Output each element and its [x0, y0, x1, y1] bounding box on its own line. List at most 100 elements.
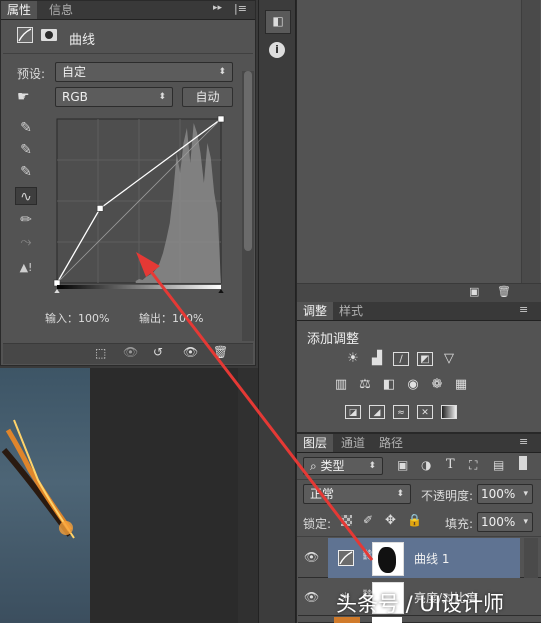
layer-mask-thumbnail [372, 542, 404, 576]
opacity-input[interactable]: 100% ▾ [477, 484, 533, 504]
hue-saturation-icon[interactable]: ▥ [333, 378, 349, 392]
tab-adjustments[interactable]: 调整 [297, 302, 334, 320]
adjustment-layer-filter-icon[interactable]: ◑ [421, 458, 431, 472]
opacity-label: 不透明度: [421, 489, 474, 503]
threshold-icon[interactable]: ≈ [393, 405, 409, 419]
output-readout: 输出：100% [139, 312, 204, 325]
clipping-warning-icon[interactable]: ▲! [15, 259, 37, 277]
posterize-icon[interactable]: ◢ [369, 405, 385, 419]
channel-mixer-icon[interactable]: ❁ [429, 378, 445, 392]
tab-paths[interactable]: 路径 [373, 434, 409, 452]
panel-menu-icon[interactable]: ≡ [519, 435, 528, 448]
mask-icon[interactable] [41, 29, 57, 41]
tab-channels[interactable]: 通道 [335, 434, 371, 452]
layer-name[interactable]: 曲线 1 [414, 550, 449, 567]
curve-control-point [96, 205, 104, 212]
adjustments-panel: 调整 样式 ≡ 添加调整 ☀ ▟ ∕ ◩ ▽ ▥ ⚖ ◧ ◉ ❁ ▦ ◪ ◢ ≈… [297, 302, 541, 432]
canvas-scrollbar[interactable] [238, 368, 258, 623]
preset-value: 自定 [62, 65, 87, 79]
smooth-curve-icon[interactable]: ⤳ [15, 233, 37, 251]
filter-toggle-icon[interactable] [519, 456, 527, 470]
panel-menu-icon[interactable]: |≡ [234, 2, 247, 15]
lock-all-icon[interactable]: 🔒 [407, 513, 422, 527]
toggle-visibility-icon[interactable]: 👁 [183, 345, 198, 359]
panel-footer-bar: ▣ 🗑 [297, 283, 541, 302]
chevron-updown-icon: ⬍ [158, 92, 166, 102]
divider [297, 479, 541, 480]
smart-object-filter-icon[interactable]: ▤ [493, 458, 504, 472]
invert-icon[interactable]: ◪ [345, 405, 361, 419]
shape-layer-filter-icon[interactable]: ⛶ [469, 458, 477, 473]
properties-footer: ⬚ 👁 ↺ 👁 🗑 [3, 343, 253, 364]
lock-image-pixels-icon[interactable]: ✐ [363, 513, 373, 527]
tab-info[interactable]: 信息 [43, 1, 79, 19]
selective-color-icon[interactable]: ✕ [417, 405, 433, 419]
fill-input[interactable]: 100% ▾ [477, 512, 533, 532]
icon-dock: ◧ i [258, 0, 296, 623]
color-lookup-icon[interactable]: ▦ [453, 378, 469, 392]
layer-row-curves[interactable]: 👁 ⛓ 曲线 1 [298, 538, 541, 623]
exposure-icon[interactable]: ◩ [417, 352, 433, 366]
black-point-eyedropper-icon[interactable]: ✎ [15, 119, 37, 137]
auto-button[interactable]: 自动 [182, 87, 233, 107]
photo-filter-icon[interactable]: ◉ [405, 378, 421, 392]
lock-label: 锁定: [303, 517, 332, 531]
black-white-icon[interactable]: ◧ [381, 378, 397, 392]
layer-filter-dropdown[interactable]: ⌕ 类型 ⬍ [303, 457, 383, 475]
properties-header-title: 曲线 [69, 33, 96, 48]
chevron-down-icon: ▾ [523, 517, 528, 527]
tab-layers[interactable]: 图层 [297, 434, 334, 452]
channel-dropdown[interactable]: RGB ⬍ [55, 87, 173, 107]
properties-scrollbar[interactable] [242, 71, 254, 341]
target-adjust-hand-icon[interactable]: ☛ [17, 89, 30, 105]
collapse-panel-icon[interactable]: ▸▸ [213, 3, 222, 13]
input-readout: 输入：100% [45, 312, 110, 325]
tab-properties[interactable]: 属性 [1, 1, 38, 19]
pencil-draw-icon[interactable]: ✏ [15, 211, 37, 229]
vibrance-icon[interactable]: ▽ [441, 352, 457, 366]
clip-to-layer-icon[interactable]: ⬚ [95, 346, 106, 360]
add-adjustment-label: 添加调整 [307, 332, 360, 347]
layer-visibility-eye-icon[interactable]: 👁 [304, 590, 319, 604]
curves-gradient-bar [57, 285, 221, 289]
delete-adjustment-icon[interactable]: 🗑 [213, 345, 228, 359]
brightness-contrast-icon[interactable]: ☀ [345, 352, 361, 366]
blend-mode-value: 正常 [310, 487, 335, 501]
chevron-updown-icon: ⬍ [396, 489, 404, 499]
curves-adjustment-icon [17, 27, 33, 43]
curve-edit-points-icon[interactable]: ∿ [15, 187, 37, 205]
curve-control-point [217, 115, 225, 123]
panel-menu-icon[interactable]: ≡ [519, 303, 528, 316]
levels-icon[interactable]: ▟ [369, 352, 385, 366]
layer-visibility-eye-icon[interactable]: 👁 [304, 550, 319, 564]
gray-point-eyedropper-icon[interactable]: ✎ [15, 141, 37, 159]
info-icon[interactable]: i [269, 42, 285, 58]
view-previous-state-icon[interactable]: 👁 [123, 345, 138, 359]
new-item-icon[interactable]: ▣ [469, 285, 479, 298]
curves-icon[interactable]: ∕ [393, 352, 409, 366]
delete-icon[interactable]: 🗑 [497, 285, 511, 298]
fill-label: 填充: [445, 517, 474, 531]
black-point-slider-handle [54, 289, 60, 293]
pixel-layer-filter-icon[interactable]: ▣ [397, 458, 408, 472]
gradient-map-icon[interactable] [441, 405, 457, 419]
divider [297, 536, 541, 537]
preset-label: 预设: [17, 67, 46, 81]
adjustments-tabbar: 调整 样式 ≡ [297, 302, 541, 321]
reset-icon[interactable]: ↺ [153, 345, 163, 359]
preset-dropdown[interactable]: 自定 ⬍ [55, 62, 233, 82]
layers-tabbar: 图层 通道 路径 ≡ [297, 434, 541, 453]
lock-position-icon[interactable]: ✥ [385, 513, 396, 528]
curves-graph[interactable] [51, 113, 227, 293]
type-layer-filter-icon[interactable]: T [446, 457, 455, 472]
divider [3, 53, 253, 54]
fill-value: 100% [481, 515, 516, 529]
panel-scrollbar[interactable] [521, 0, 540, 283]
lock-transparent-pixels-icon[interactable] [341, 515, 352, 526]
blend-mode-dropdown[interactable]: 正常 ⬍ [303, 484, 411, 504]
color-balance-icon[interactable]: ⚖ [357, 378, 373, 392]
chevron-updown-icon: ⬍ [368, 461, 376, 471]
tab-styles[interactable]: 样式 [333, 302, 369, 320]
3d-cube-icon[interactable]: ◧ [265, 10, 291, 34]
white-point-eyedropper-icon[interactable]: ✎ [15, 163, 37, 181]
